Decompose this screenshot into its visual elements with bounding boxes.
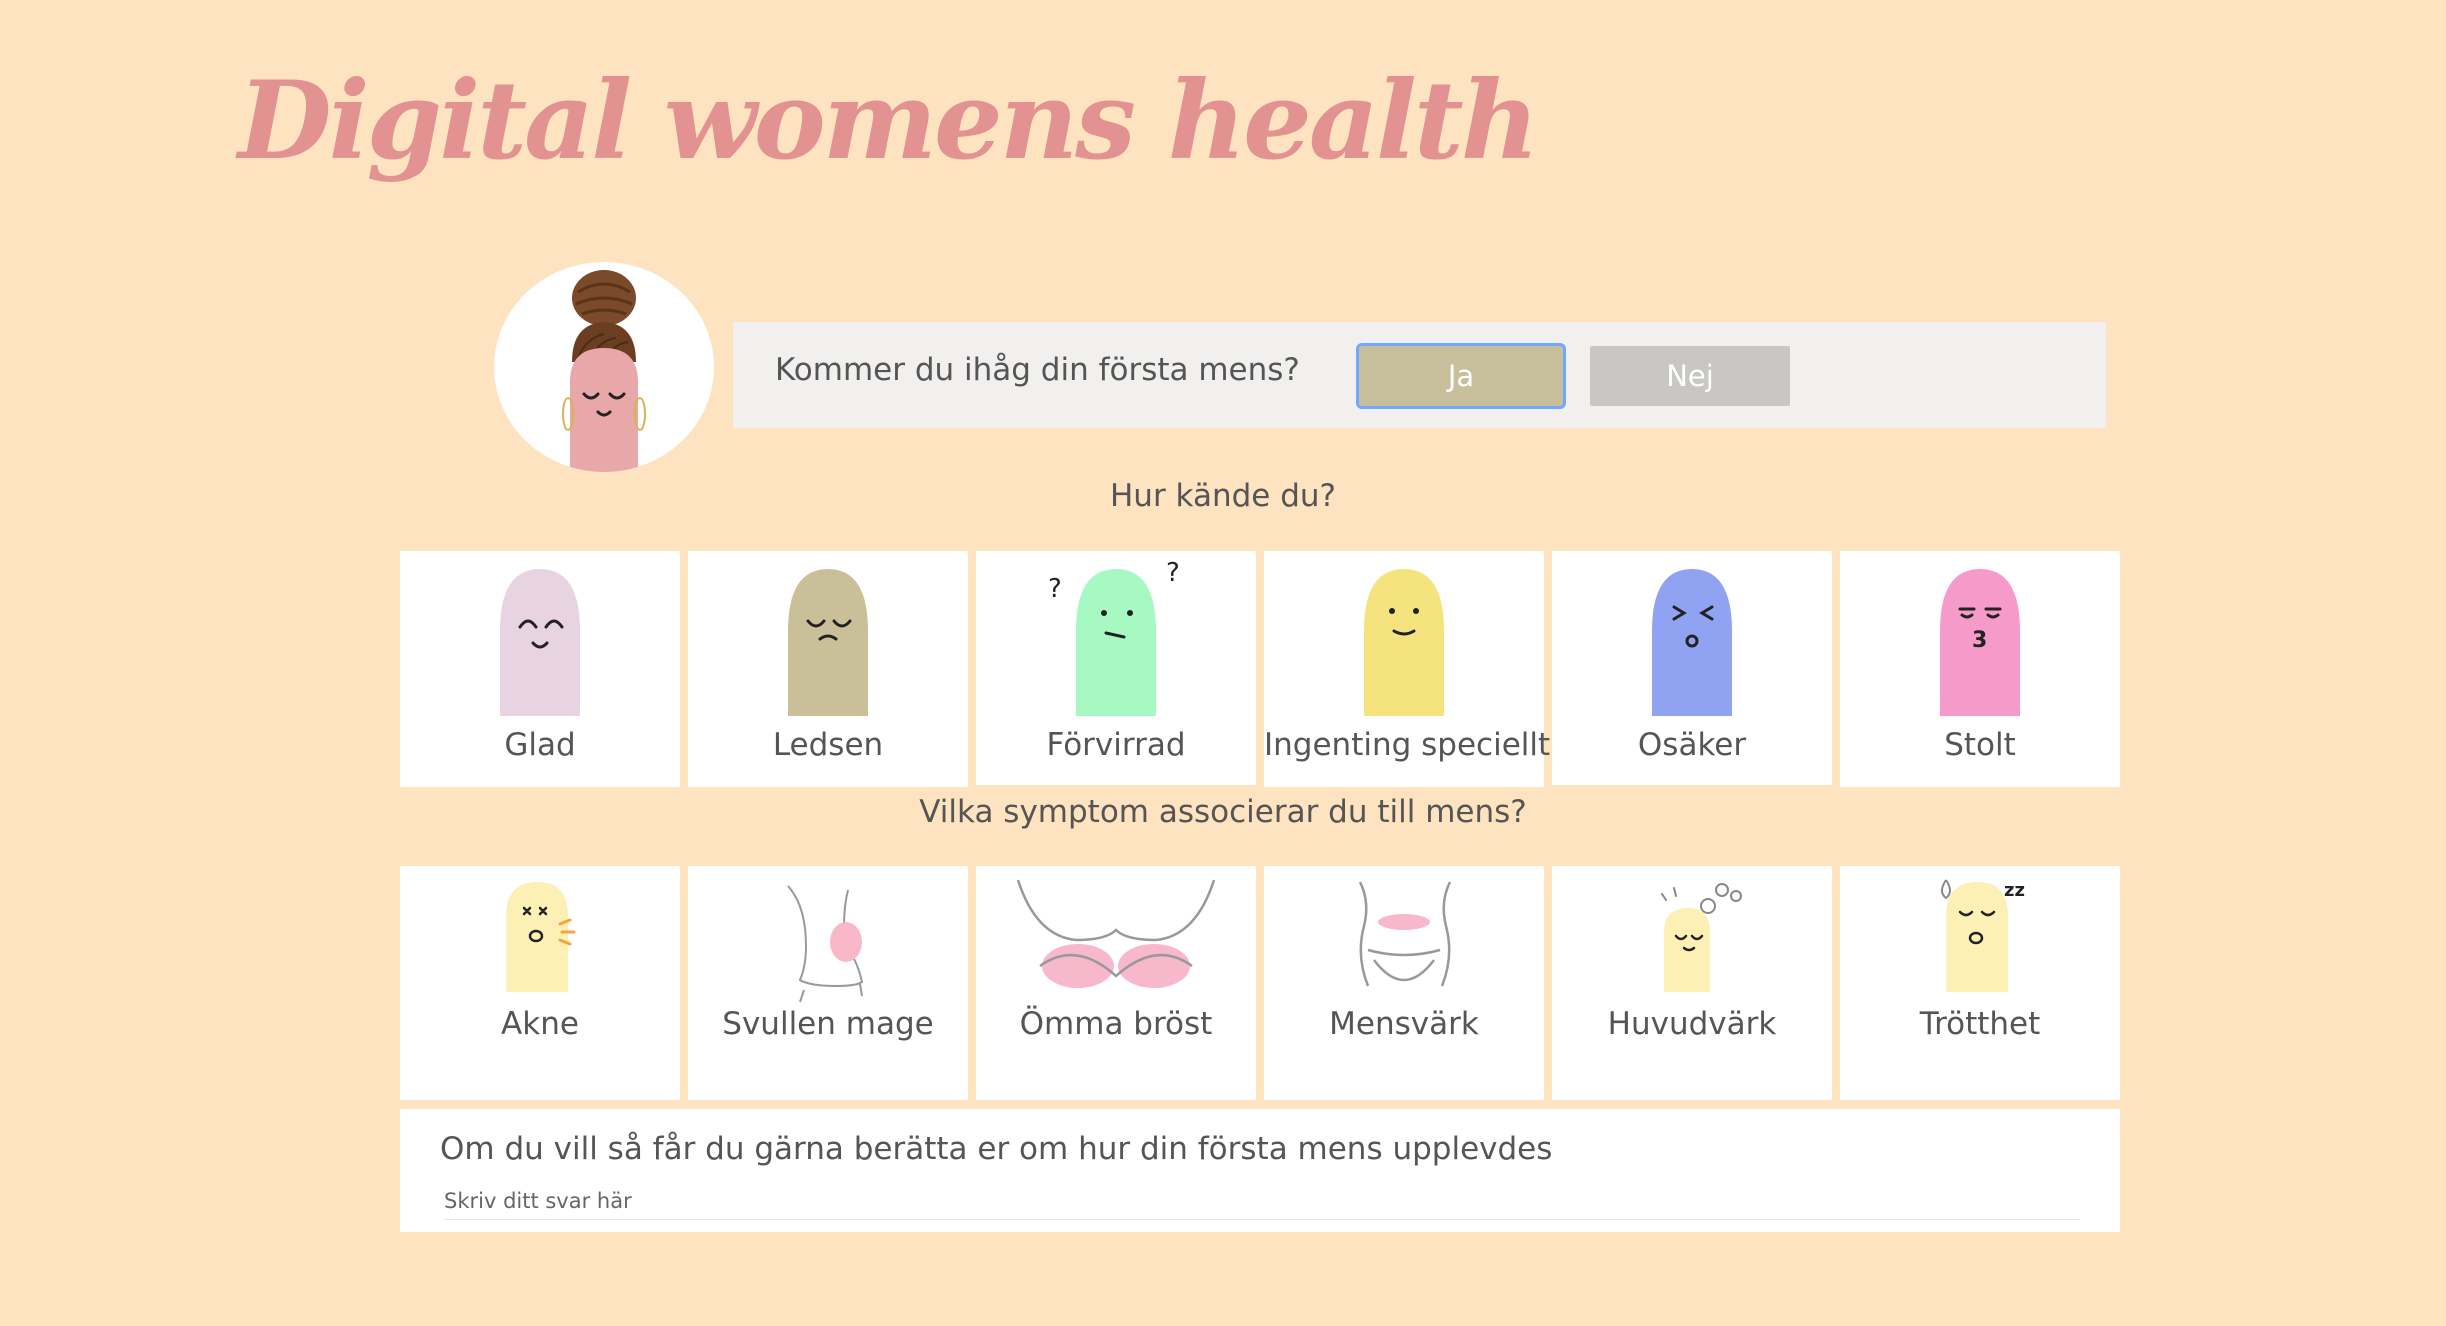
symptom-label: Huvudvärk xyxy=(1607,1006,1777,1042)
symptom-card-tiredness[interactable]: zz Trötthet xyxy=(1840,866,2120,1100)
no-button[interactable]: Nej xyxy=(1590,346,1790,406)
symptoms-heading: Vilka symptom associerar du till mens? xyxy=(919,794,1527,830)
symptom-label: Trötthet xyxy=(1919,1006,2041,1042)
first-period-question: Kommer du ihåg din första mens? Ja Nej xyxy=(733,322,2106,428)
note-label: Om du vill så får du gärna berätta er om… xyxy=(440,1131,1553,1167)
feeling-card-unsure[interactable]: Osäker xyxy=(1552,551,1832,785)
symptom-label: Mensvärk xyxy=(1329,1006,1479,1042)
feeling-card-confused[interactable]: ? ? Förvirrad xyxy=(976,551,1256,785)
feeling-label: Ledsen xyxy=(772,727,884,763)
symptom-card-acne[interactable]: Akne xyxy=(400,866,680,1100)
feelings-heading: Hur kände du? xyxy=(1110,478,1336,514)
svg-text:?: ? xyxy=(1048,574,1062,604)
symptom-card-cramps[interactable]: Mensvärk xyxy=(1264,866,1544,1100)
feeling-card-proud[interactable]: 3 Stolt xyxy=(1840,551,2120,787)
feeling-card-sad[interactable]: Ledsen xyxy=(688,551,968,787)
acne-icon xyxy=(506,882,576,992)
svg-text:?: ? xyxy=(1166,558,1180,588)
symptom-label: Akne xyxy=(501,1006,579,1042)
feeling-label: Förvirrad xyxy=(1046,727,1186,763)
yes-button[interactable]: Ja xyxy=(1359,346,1563,406)
symptom-card-headache[interactable]: Huvudvärk xyxy=(1552,866,1832,1100)
headache-icon xyxy=(1661,883,1742,992)
avatar-illustration-icon xyxy=(562,270,646,472)
experience-note: Om du vill så får du gärna berätta er om… xyxy=(400,1109,2120,1232)
bloated-belly-icon xyxy=(787,885,864,1003)
question-text: Kommer du ihåg din första mens? xyxy=(775,352,1300,388)
feeling-card-glad[interactable]: Glad xyxy=(400,551,680,787)
tender-breasts-icon xyxy=(1016,879,1216,988)
symptom-label: Svullen mage xyxy=(722,1006,934,1042)
avatar xyxy=(494,262,714,472)
feeling-label: Glad xyxy=(504,727,576,763)
feeling-card-neutral[interactable]: Ingenting speciellt xyxy=(1264,551,1551,787)
svg-text:zz: zz xyxy=(2004,880,2025,901)
page-title: Digital womens health xyxy=(238,58,1539,184)
feeling-label: Stolt xyxy=(1944,727,2016,763)
symptom-label: Ömma bröst xyxy=(1019,1006,1213,1042)
feeling-label: Ingenting speciellt xyxy=(1264,727,1551,763)
experience-input[interactable] xyxy=(444,1183,2080,1220)
tiredness-icon: zz xyxy=(1941,879,2025,992)
symptom-card-bloated[interactable]: Svullen mage xyxy=(688,866,968,1100)
feeling-label: Osäker xyxy=(1637,727,1747,763)
symptom-card-breasts[interactable]: Ömma bröst xyxy=(976,866,1256,1100)
cramps-icon xyxy=(1358,881,1452,987)
svg-text:3: 3 xyxy=(1972,628,1987,653)
